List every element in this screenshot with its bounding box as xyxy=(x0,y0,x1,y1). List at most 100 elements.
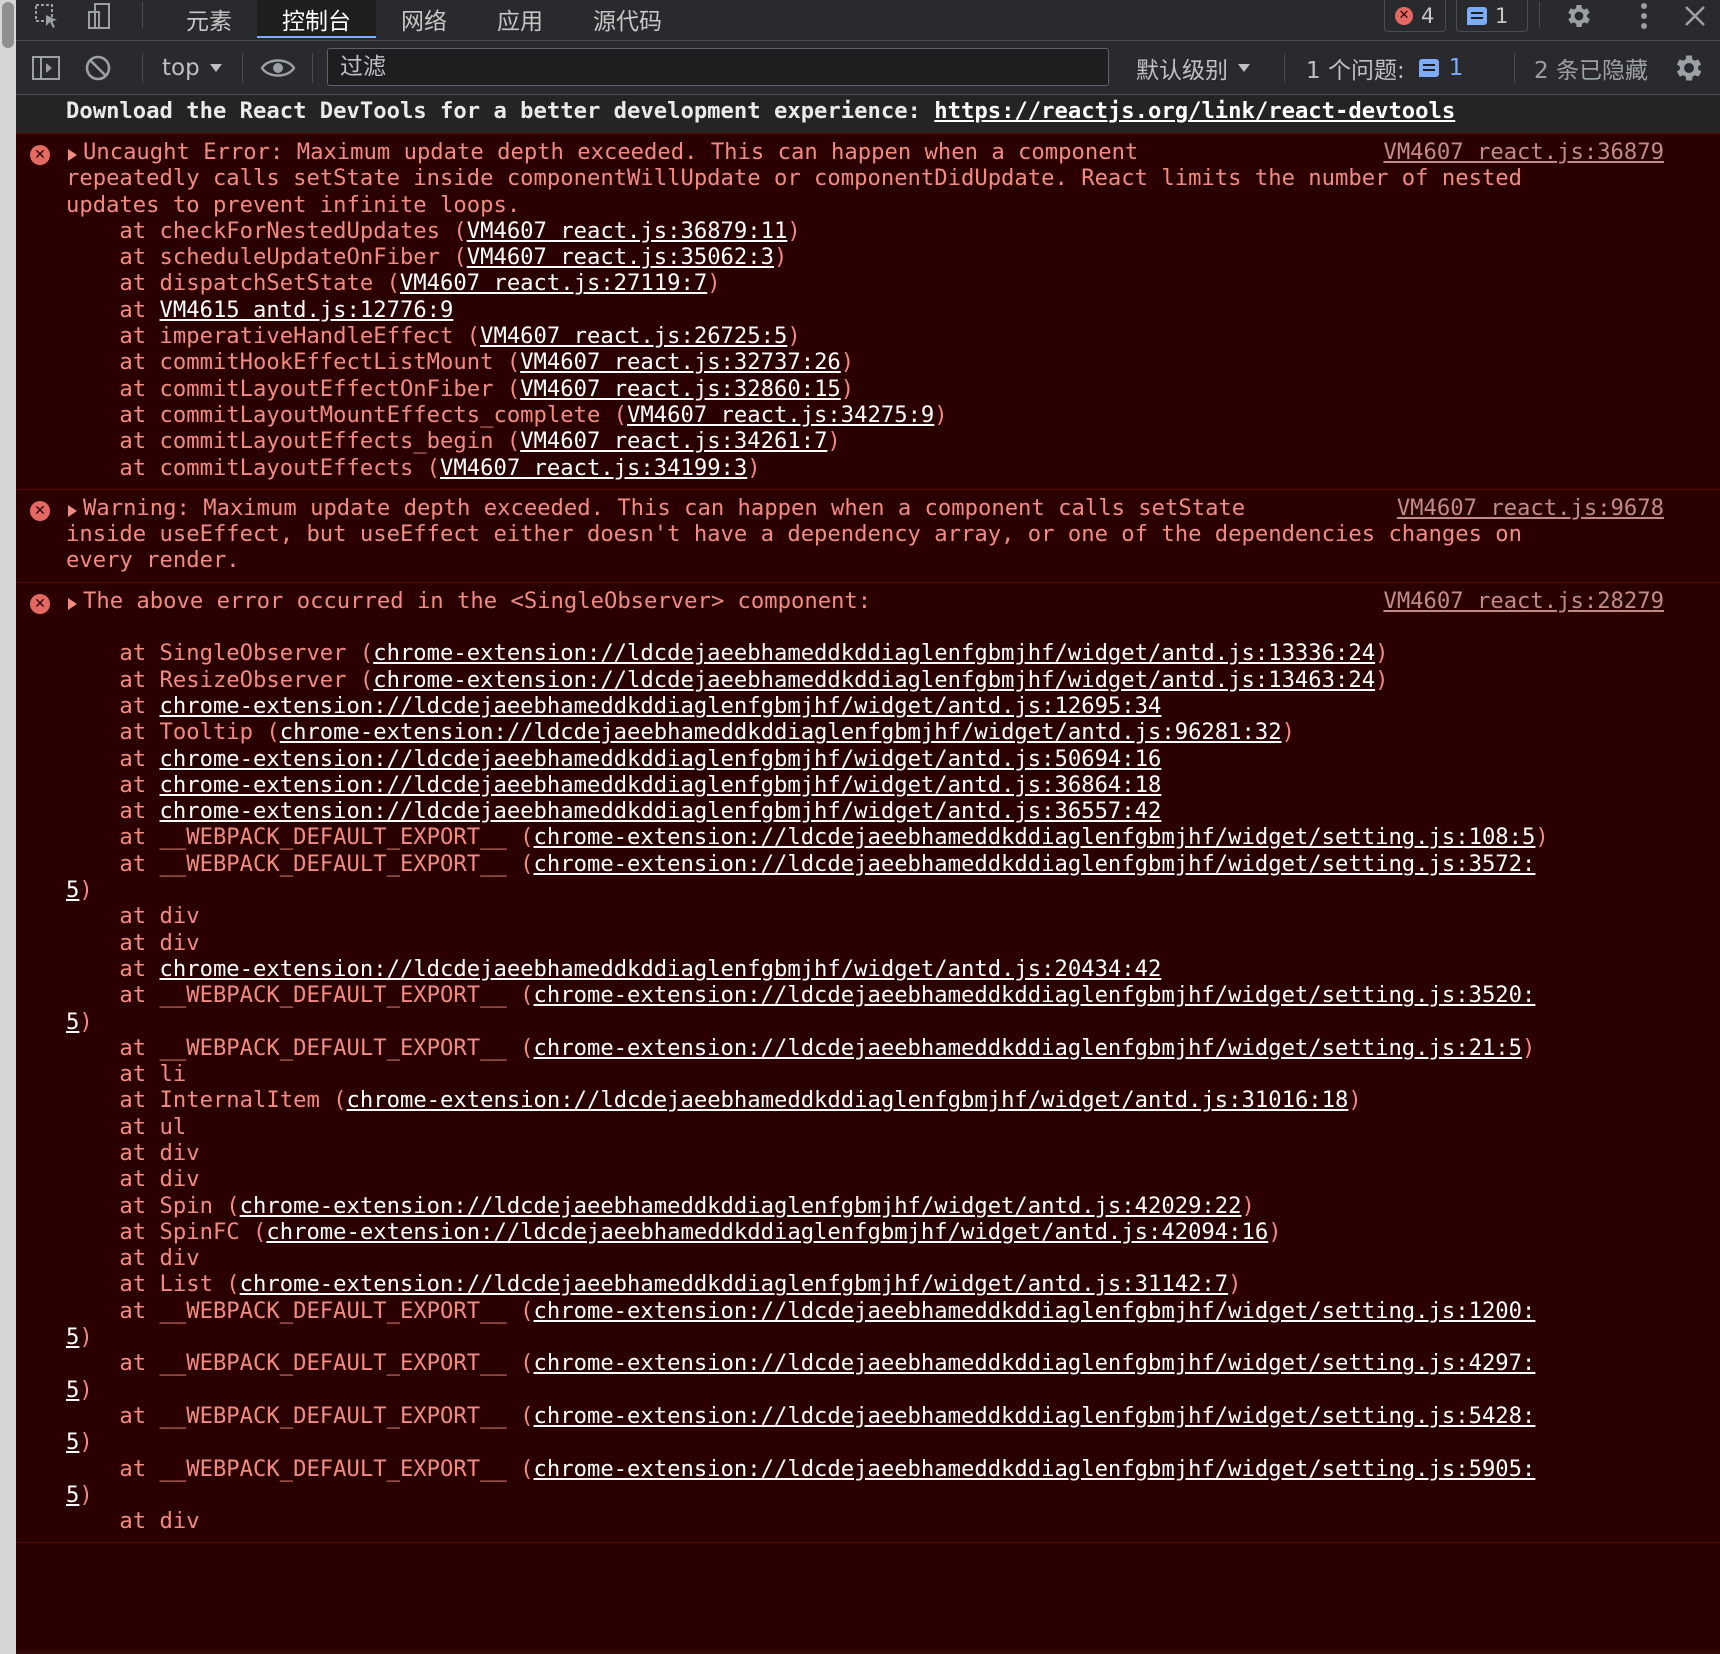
tab-application[interactable]: 应用 xyxy=(472,0,568,38)
stack-frame-link[interactable]: chrome-extension://ldcdejaeebhameddkddia… xyxy=(240,1193,1242,1219)
stack-frame-text: ) xyxy=(840,349,855,376)
stack-frame-link[interactable]: VM4607 react.js:32737:26 xyxy=(520,349,841,375)
clear-icon[interactable] xyxy=(82,52,114,84)
stack-frame-link[interactable]: chrome-extension://ldcdejaeebhameddkddia… xyxy=(160,772,1162,798)
stack-frame-link[interactable]: 5 xyxy=(66,1377,79,1403)
stack-frame: at checkForNestedUpdates (VM4607 react.j… xyxy=(66,218,1720,244)
stack-frame-link[interactable]: 5 xyxy=(66,1429,79,1455)
stack-frame-link[interactable]: chrome-extension://ldcdejaeebhameddkddia… xyxy=(266,1219,1268,1245)
stack-frame-text: Warning: Maximum update depth exceeded. … xyxy=(83,494,1246,521)
stack-frame-text: at __WEBPACK_DEFAULT_EXPORT__ ( xyxy=(66,1455,534,1482)
inspect-icon[interactable] xyxy=(30,0,64,32)
tab-console[interactable]: 控制台 xyxy=(257,0,376,38)
error-entries: ✕ VM4607 react.js:36879 Uncaught Error: Ma… xyxy=(16,134,1720,1544)
stack-frame: at __WEBPACK_DEFAULT_EXPORT__ (chrome-ex… xyxy=(66,1298,1720,1324)
stack-frame-link[interactable]: chrome-extension://ldcdejaeebhameddkddia… xyxy=(534,1403,1536,1429)
stack-frame-text: at __WEBPACK_DEFAULT_EXPORT__ ( xyxy=(66,1034,534,1061)
stack-frame-link[interactable]: VM4607 react.js:34199:3 xyxy=(440,455,747,481)
stack-frame-link[interactable]: VM4607 react.js:32860:15 xyxy=(520,376,841,402)
stack-frame-link[interactable]: chrome-extension://ldcdejaeebhameddkddia… xyxy=(373,640,1375,666)
tab-sources[interactable]: 源代码 xyxy=(568,0,687,38)
stack-frame: at chrome-extension://ldcdejaeebhameddkd… xyxy=(66,956,1720,982)
source-link[interactable]: VM4607 react.js:28279 xyxy=(1383,588,1664,614)
stack-frame-link[interactable]: 5 xyxy=(66,1482,79,1508)
stack-frame-text: at div xyxy=(66,1245,200,1272)
stack-frame-text: ) xyxy=(787,323,801,350)
info-text: Download the React DevTools for a better… xyxy=(66,98,1455,124)
close-icon[interactable] xyxy=(1680,0,1710,32)
expand-triangle-icon[interactable] xyxy=(68,149,77,161)
stack-frame: at List (chrome-extension://ldcdejaeebha… xyxy=(66,1271,1720,1297)
stack-frame-text: repeatedly calls setState inside compone… xyxy=(66,165,1523,192)
page-scrollbar[interactable] xyxy=(0,0,16,1654)
stack-frame-link[interactable]: VM4607 react.js:36879:11 xyxy=(467,218,788,244)
stack-frame-link[interactable]: VM4607 react.js:35062:3 xyxy=(467,244,774,270)
stack-frame: at scheduleUpdateOnFiber (VM4607 react.j… xyxy=(66,244,1720,270)
stack-frame-link[interactable]: chrome-extension://ldcdejaeebhameddkddia… xyxy=(534,1298,1536,1324)
stack-frame-text: ) xyxy=(79,1376,93,1403)
stack-frame-link[interactable]: chrome-extension://ldcdejaeebhameddkddia… xyxy=(160,746,1162,772)
stack-frame-link[interactable]: VM4607 react.js:27119:7 xyxy=(400,270,707,296)
message-icon xyxy=(1467,6,1487,25)
page-scrollbar-thumb[interactable] xyxy=(2,2,14,48)
more-icon[interactable] xyxy=(1632,0,1656,32)
stack-frame-text: at ResizeObserver ( xyxy=(66,666,374,693)
sidebar-icon[interactable] xyxy=(30,52,62,84)
stack-frame-link[interactable]: VM4615 antd.js:12776:9 xyxy=(160,297,454,323)
filter-input[interactable] xyxy=(327,48,1109,86)
stack-frame-text: at xyxy=(66,955,160,982)
stack-frame-link[interactable]: chrome-extension://ldcdejaeebhameddkddia… xyxy=(373,667,1375,693)
stack-frame-link[interactable]: chrome-extension://ldcdejaeebhameddkddia… xyxy=(280,719,1282,745)
error-count-badge[interactable]: ✕ 4 xyxy=(1384,0,1446,32)
stack-frame-link[interactable]: chrome-extension://ldcdejaeebhameddkddia… xyxy=(534,1035,1523,1061)
stack-frame-text: at div xyxy=(66,1166,200,1193)
stack-frame-link[interactable]: chrome-extension://ldcdejaeebhameddkddia… xyxy=(160,798,1162,824)
stack-frame-text: updates to prevent infinite loops. xyxy=(66,191,521,218)
message-icon xyxy=(1418,58,1439,77)
expand-triangle-icon[interactable] xyxy=(68,504,77,517)
stack-frame-link[interactable]: chrome-extension://ldcdejaeebhameddkddia… xyxy=(534,1456,1536,1482)
stack-frame-link[interactable]: 5 xyxy=(66,1009,79,1035)
stack-frame-link[interactable]: chrome-extension://ldcdejaeebhameddkddia… xyxy=(534,851,1536,877)
stack-frame-text: ) xyxy=(1228,1271,1242,1298)
stack-frame-link[interactable]: VM4607 react.js:26725:5 xyxy=(480,323,787,349)
message-count-badge[interactable]: 1 xyxy=(1456,0,1528,32)
stack-frame-link[interactable]: chrome-extension://ldcdejaeebhameddkddia… xyxy=(240,1271,1229,1297)
stack-frame: at li xyxy=(66,1061,1720,1087)
source-link[interactable]: VM4607 react.js:36879 xyxy=(1383,139,1664,165)
expand-triangle-icon[interactable] xyxy=(68,597,77,610)
gear-icon[interactable] xyxy=(1562,0,1596,32)
stack-frame: at commitLayoutEffectOnFiber (VM4607 rea… xyxy=(66,376,1720,402)
stack-frame-link[interactable]: 5 xyxy=(66,1324,79,1350)
console-settings-gear-icon[interactable] xyxy=(1672,51,1706,85)
console-message-info: Download the React DevTools for a better… xyxy=(16,95,1720,134)
react-devtools-link[interactable]: https://reactjs.org/link/react-devtools xyxy=(934,98,1455,124)
tab-elements[interactable]: 元素 xyxy=(161,0,257,38)
message-count: 1 xyxy=(1495,3,1509,28)
divider xyxy=(1284,53,1285,83)
stack-frame xyxy=(66,614,1720,640)
stack-frame: at commitLayoutEffects (VM4607 react.js:… xyxy=(66,455,1720,481)
stack-frame-text: ) xyxy=(773,244,788,271)
stack-frame: at div xyxy=(66,903,1720,929)
divider xyxy=(1539,2,1540,28)
eye-icon[interactable] xyxy=(260,53,296,83)
stack-frame-link[interactable]: chrome-extension://ldcdejaeebhameddkddia… xyxy=(534,1350,1536,1376)
issues-button[interactable]: 1 个问题: 1 xyxy=(1306,41,1463,94)
stack-frame-link[interactable]: chrome-extension://ldcdejaeebhameddkddia… xyxy=(160,956,1162,982)
stack-frame-text: at xyxy=(66,296,160,323)
source-link[interactable]: VM4607 react.js:9678 xyxy=(1397,495,1664,521)
tab-network[interactable]: 网络 xyxy=(376,0,472,38)
context-select[interactable]: top xyxy=(162,41,222,94)
stack-frame-link[interactable]: chrome-extension://ldcdejaeebhameddkddia… xyxy=(534,824,1536,850)
device-icon[interactable] xyxy=(82,0,116,32)
divider xyxy=(242,53,243,83)
stack-frame-link[interactable]: VM4607 react.js:34261:7 xyxy=(520,428,827,454)
log-level-select[interactable]: 默认级别 xyxy=(1136,41,1250,94)
stack-frame-text: ) xyxy=(79,1008,93,1035)
stack-frame-link[interactable]: 5 xyxy=(66,877,79,903)
stack-frame-link[interactable]: chrome-extension://ldcdejaeebhameddkddia… xyxy=(347,1087,1349,1113)
stack-frame-link[interactable]: VM4607 react.js:34275:9 xyxy=(627,402,934,428)
stack-frame-link[interactable]: chrome-extension://ldcdejaeebhameddkddia… xyxy=(160,693,1162,719)
stack-frame-link[interactable]: chrome-extension://ldcdejaeebhameddkddia… xyxy=(534,982,1536,1008)
